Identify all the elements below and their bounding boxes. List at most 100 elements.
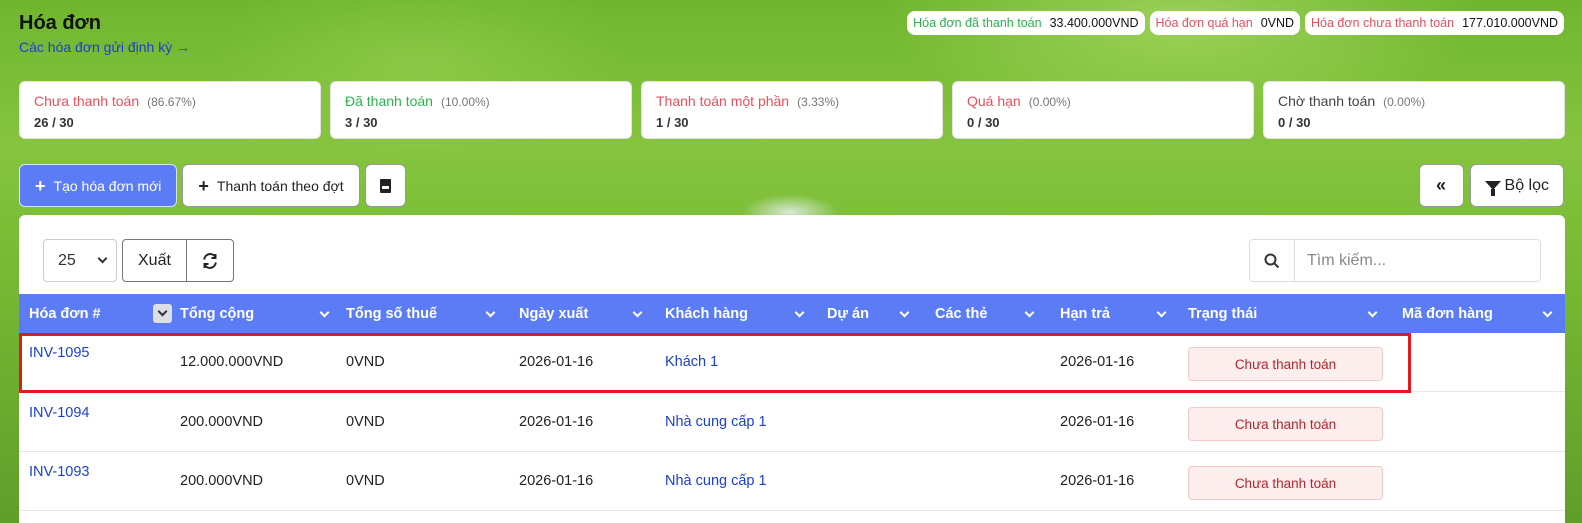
cell-date: 2026-01-16 bbox=[519, 414, 594, 430]
collapse-button[interactable]: « bbox=[1418, 164, 1464, 207]
plus-icon: + bbox=[198, 175, 209, 196]
batch-payment-label: Thanh toán theo đợt bbox=[216, 177, 344, 194]
column-header-tax[interactable]: Tổng số thuế bbox=[346, 294, 502, 333]
summary-paid: Hóa đơn đã thanh toán 33.400.000VND bbox=[907, 11, 1145, 35]
summary-unpaid-label: Hóa đơn chưa thanh toán bbox=[1311, 16, 1455, 30]
toolbar: + Tạo hóa đơn mới + Thanh toán theo đợt bbox=[19, 164, 406, 207]
summary-unpaid: Hóa đơn chưa thanh toán 177.010.000VND bbox=[1305, 11, 1564, 35]
chevron-down-icon bbox=[1542, 307, 1553, 318]
column-label: Ngày xuất bbox=[519, 305, 589, 322]
column-header-total[interactable]: Tổng cộng bbox=[180, 294, 336, 333]
table-header: Hóa đơn # Tổng cộng Tổng số thuế Ngày xu… bbox=[19, 294, 1565, 333]
chevron-down-icon bbox=[1367, 307, 1378, 318]
column-header-order[interactable]: Mã đơn hàng bbox=[1402, 294, 1559, 333]
column-label: Hóa đơn # bbox=[29, 305, 101, 322]
batch-payment-button[interactable]: + Thanh toán theo đợt bbox=[182, 164, 360, 207]
stat-card-paid[interactable]: Đã thanh toán (10.00%) 3 / 30 bbox=[330, 81, 632, 139]
summary-overdue-label: Hóa đơn quá hạn bbox=[1155, 16, 1253, 30]
column-label: Trạng thái bbox=[1188, 305, 1258, 322]
column-header-customer[interactable]: Khách hàng bbox=[665, 294, 811, 333]
status-badge: Chưa thanh toán bbox=[1188, 347, 1383, 381]
customer-link[interactable]: Nhà cung cấp 1 bbox=[665, 414, 767, 430]
stat-count: 1 / 30 bbox=[656, 115, 689, 130]
table-row[interactable]: INV-1094 200.000VND 0VND 2026-01-16 Nhà … bbox=[19, 393, 1565, 452]
filter-button[interactable]: Bộ lọc bbox=[1469, 164, 1564, 207]
stat-percent: (3.33%) bbox=[797, 95, 840, 109]
create-invoice-button[interactable]: + Tạo hóa đơn mới bbox=[19, 164, 178, 207]
invoice-number-link[interactable]: INV-1093 bbox=[29, 464, 89, 480]
column-label: Khách hàng bbox=[665, 305, 748, 322]
column-header-project[interactable]: Dự án bbox=[827, 294, 916, 333]
column-header-due[interactable]: Hạn trả bbox=[1060, 294, 1173, 333]
chevron-down-icon bbox=[485, 307, 496, 318]
stat-label: Quá hạn bbox=[967, 93, 1021, 109]
chevron-down-icon bbox=[1024, 307, 1035, 318]
summary-paid-label: Hóa đơn đã thanh toán bbox=[913, 16, 1042, 30]
stat-label: Chờ thanh toán bbox=[1278, 93, 1376, 109]
column-header-date[interactable]: Ngày xuất bbox=[519, 294, 649, 333]
table-controls: 25 Xuất bbox=[43, 239, 234, 282]
table-row[interactable]: INV-1095 12.000.000VND 0VND 2026-01-16 K… bbox=[19, 333, 1565, 392]
refresh-icon bbox=[203, 252, 217, 269]
refresh-button[interactable] bbox=[186, 239, 234, 282]
page-size-select[interactable]: 25 bbox=[43, 239, 117, 282]
summary-overdue-value: 0VND bbox=[1260, 16, 1295, 30]
stat-count: 26 / 30 bbox=[34, 115, 74, 130]
column-label: Tổng số thuế bbox=[346, 305, 438, 322]
stat-card-overdue[interactable]: Quá hạn (0.00%) 0 / 30 bbox=[952, 81, 1254, 139]
chevron-down-icon bbox=[794, 307, 805, 318]
page-header: Hóa đơn Các hóa đơn gửi định kỳ → bbox=[19, 12, 190, 55]
recurring-invoices-link[interactable]: Các hóa đơn gửi định kỳ → bbox=[19, 39, 190, 55]
summary-overdue: Hóa đơn quá hạn 0VND bbox=[1149, 11, 1301, 35]
stat-card-unpaid[interactable]: Chưa thanh toán (86.67%) 26 / 30 bbox=[19, 81, 321, 139]
column-label: Các thẻ bbox=[935, 305, 988, 322]
summary-badges: Hóa đơn đã thanh toán 33.400.000VND Hóa … bbox=[907, 11, 1564, 35]
status-badge: Chưa thanh toán bbox=[1188, 466, 1383, 500]
chevron-down-icon bbox=[319, 307, 330, 318]
invoice-number-link[interactable]: INV-1095 bbox=[29, 345, 89, 361]
cell-tax: 0VND bbox=[346, 354, 385, 370]
stat-count: 0 / 30 bbox=[967, 115, 1000, 130]
column-label: Mã đơn hàng bbox=[1402, 305, 1493, 322]
customer-link[interactable]: Khách 1 bbox=[665, 354, 718, 370]
page-title: Hóa đơn bbox=[19, 12, 101, 34]
column-header-invoice[interactable]: Hóa đơn # bbox=[29, 294, 172, 333]
stat-label: Đã thanh toán bbox=[345, 93, 433, 109]
column-header-status[interactable]: Trạng thái bbox=[1188, 294, 1384, 333]
page-size-value: 25 bbox=[58, 251, 76, 269]
cell-total: 12.000.000VND bbox=[180, 354, 284, 370]
summary-unpaid-value: 177.010.000VND bbox=[1462, 16, 1558, 30]
double-chevron-left-icon: « bbox=[1436, 175, 1447, 195]
right-tools: « Bộ lọc bbox=[1418, 164, 1564, 207]
cell-date: 2026-01-16 bbox=[519, 354, 594, 370]
filter-label: Bộ lọc bbox=[1504, 176, 1549, 194]
create-invoice-label: Tạo hóa đơn mới bbox=[53, 177, 162, 194]
cell-tax: 0VND bbox=[346, 473, 385, 489]
chevron-down-icon bbox=[899, 307, 910, 318]
column-header-tags[interactable]: Các thẻ bbox=[935, 294, 1041, 333]
export-button[interactable]: Xuất bbox=[122, 239, 187, 282]
stat-card-pending[interactable]: Chờ thanh toán (0.00%) 0 / 30 bbox=[1263, 81, 1565, 139]
search-input[interactable] bbox=[1295, 240, 1535, 281]
stat-card-partial[interactable]: Thanh toán một phần (3.33%) 1 / 30 bbox=[641, 81, 943, 139]
cell-due-date: 2026-01-16 bbox=[1060, 414, 1135, 430]
pdf-export-button[interactable] bbox=[364, 164, 406, 207]
customer-link[interactable]: Nhà cung cấp 1 bbox=[665, 473, 767, 489]
stat-count: 3 / 30 bbox=[345, 115, 378, 130]
invoice-table-panel: 25 Xuất Hóa đơn # bbox=[19, 215, 1565, 523]
status-badge: Chưa thanh toán bbox=[1188, 407, 1383, 441]
stat-label: Chưa thanh toán bbox=[34, 93, 140, 109]
stat-percent: (0.00%) bbox=[1028, 95, 1071, 109]
stat-percent: (86.67%) bbox=[147, 95, 196, 109]
cell-date: 2026-01-16 bbox=[519, 473, 594, 489]
sort-dropdown-icon[interactable] bbox=[153, 304, 172, 323]
search-icon bbox=[1264, 253, 1280, 268]
table-row[interactable]: INV-1093 200.000VND 0VND 2026-01-16 Nhà … bbox=[19, 452, 1565, 511]
search-icon-wrap bbox=[1250, 240, 1295, 281]
cell-due-date: 2026-01-16 bbox=[1060, 473, 1135, 489]
pdf-icon bbox=[379, 178, 391, 193]
invoice-number-link[interactable]: INV-1094 bbox=[29, 405, 89, 421]
stat-percent: (10.00%) bbox=[440, 95, 490, 109]
cell-total: 200.000VND bbox=[180, 473, 264, 489]
stat-label: Thanh toán một phần bbox=[656, 93, 790, 109]
